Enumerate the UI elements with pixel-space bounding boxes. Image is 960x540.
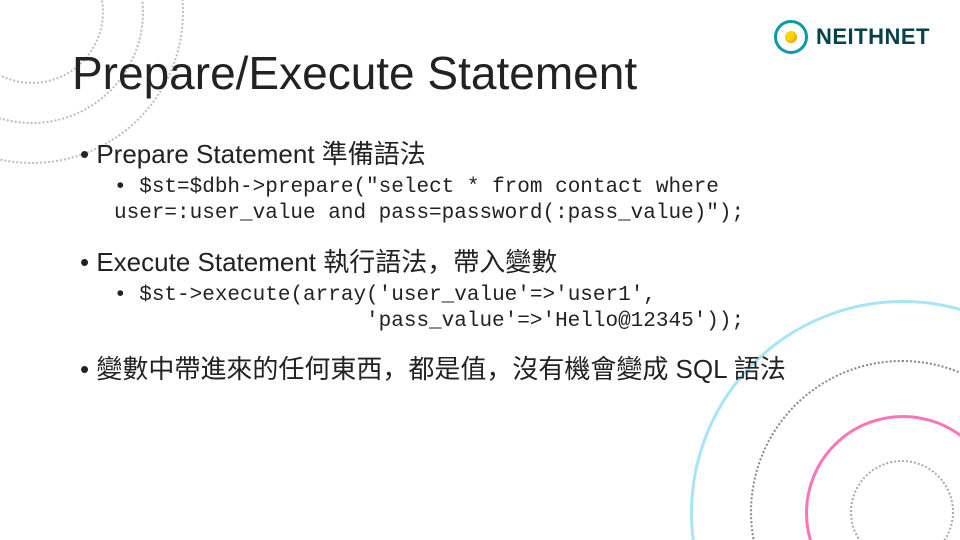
slide-body: Prepare Statement 準備語法 $st=$dbh->prepare… [80, 134, 920, 390]
slide: NEiTHNET Prepare/Execute Statement Prepa… [0, 0, 960, 540]
bullet-prepare-heading: Prepare Statement 準備語法 [80, 134, 920, 171]
slide-title: Prepare/Execute Statement [72, 46, 637, 100]
logo-mark-icon [774, 20, 808, 54]
brand-logo: NEiTHNET [774, 20, 930, 54]
code-execute: $st->execute(array('user_value'=>'user1'… [114, 283, 920, 336]
logo-text: NEiTHNET [816, 24, 930, 50]
bullet-note: 變數中帶進來的任何東西，都是值，沒有機會變成 SQL 語法 [80, 349, 920, 386]
bullet-execute-heading: Execute Statement 執行語法，帶入變數 [80, 242, 920, 279]
code-prepare: $st=$dbh->prepare("select * from contact… [114, 175, 920, 228]
